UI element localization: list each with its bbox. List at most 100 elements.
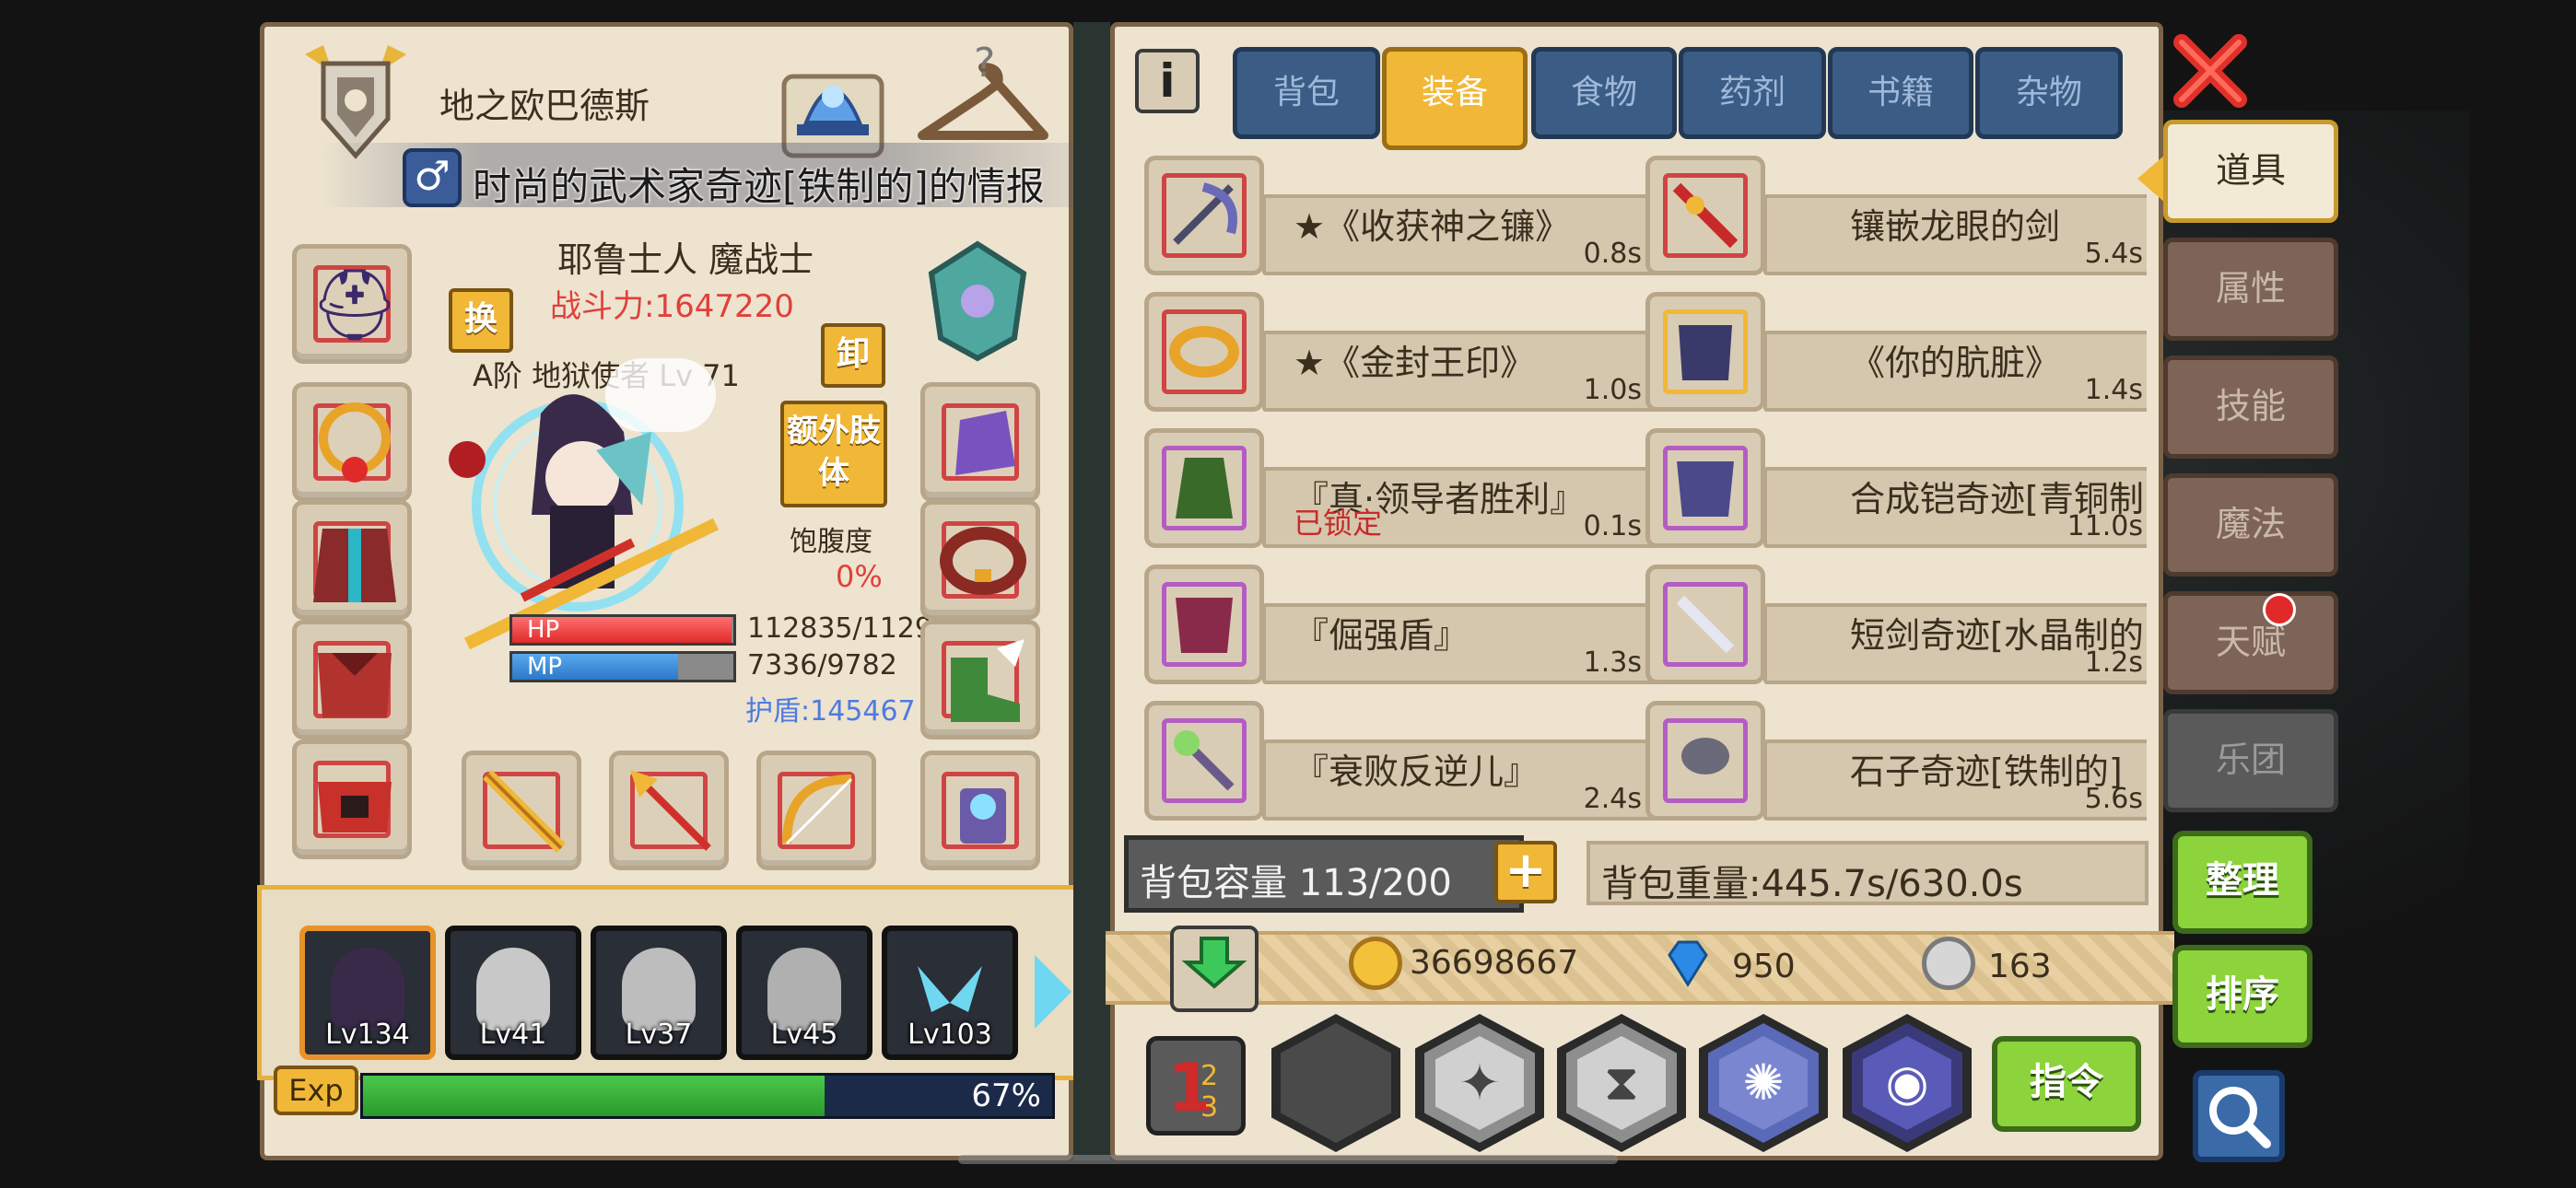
item-row[interactable]: 短剑奇迹[水晶制的] 1.2s bbox=[1645, 565, 2147, 692]
unequip-button[interactable]: 卸 bbox=[821, 323, 885, 388]
character-name: 地之欧巴德斯 bbox=[439, 86, 650, 126]
crystal-button[interactable] bbox=[779, 40, 887, 159]
tab-equipment[interactable]: 装备 bbox=[1382, 47, 1528, 150]
bag-weight-text: 背包重量:445.7s/630.0s bbox=[1601, 863, 2023, 905]
character-class: 耶鲁士人 魔战士 bbox=[557, 239, 814, 280]
party-member-level: Lv37 bbox=[625, 1019, 693, 1051]
silver-coin-icon bbox=[1922, 937, 1975, 990]
shield-icon bbox=[1162, 582, 1247, 667]
orb-skill-icon[interactable]: ◉ bbox=[1843, 1014, 1972, 1152]
party-member-5[interactable]: Lv103 bbox=[882, 926, 1018, 1060]
empty-skill-slot[interactable] bbox=[1271, 1014, 1400, 1152]
extra-limbs-button[interactable]: 额外肢体 bbox=[780, 401, 887, 507]
equip-slot-ring[interactable] bbox=[920, 500, 1040, 620]
sigil-skill-icon[interactable]: ✺ bbox=[1699, 1014, 1828, 1152]
vest-icon bbox=[1663, 309, 1748, 394]
side-tab-skills[interactable]: 技能 bbox=[2163, 355, 2338, 459]
item-weight: 1.2s bbox=[2084, 646, 2143, 679]
equip-slot-armor[interactable] bbox=[292, 620, 412, 740]
hp-label: HP bbox=[527, 616, 560, 644]
item-row[interactable]: ★《收获神之镰》 0.8s bbox=[1144, 156, 1658, 283]
sword-icon bbox=[1663, 173, 1748, 258]
quickslot-number-button[interactable]: 123 bbox=[1146, 1036, 1246, 1136]
tab-potion[interactable]: 药剂 bbox=[1679, 47, 1826, 139]
item-row[interactable]: 『真·领导者胜利』 已锁定 0.1s bbox=[1144, 428, 1658, 555]
item-row[interactable]: ★《金封王印》 1.0s bbox=[1144, 292, 1658, 419]
diamond-amount: 950 bbox=[1732, 948, 1796, 985]
combat-power: 战斗力:1647220 bbox=[550, 288, 794, 325]
bag-weight: 背包重量:445.7s/630.0s bbox=[1587, 841, 2149, 905]
svg-text:?: ? bbox=[974, 40, 995, 87]
bag-capacity-text: 背包容量 113/200 bbox=[1140, 862, 1452, 904]
party-member-level: Lv134 bbox=[325, 1019, 410, 1051]
tab-books[interactable]: 书籍 bbox=[1828, 47, 1973, 139]
item-weight: 1.3s bbox=[1583, 646, 1642, 679]
side-tab-attributes[interactable]: 属性 bbox=[2163, 238, 2338, 341]
item-row[interactable]: 《你的肮脏》 1.4s bbox=[1645, 292, 2147, 419]
item-info-title: 时尚的武术家奇迹[铁制的]的情报 bbox=[473, 164, 1045, 209]
wardrobe-hanger-button[interactable]: ? bbox=[909, 40, 1057, 159]
organize-button[interactable]: 整理 bbox=[2172, 831, 2313, 934]
side-tab-items[interactable]: 道具 bbox=[2163, 120, 2338, 223]
party-member-1[interactable]: Lv134 bbox=[299, 926, 436, 1060]
equip-slot-bow[interactable] bbox=[756, 751, 876, 870]
equip-slot-gloves[interactable] bbox=[920, 382, 1040, 502]
item-row[interactable]: 石子奇迹[铁制的] 5.6s bbox=[1645, 701, 2147, 821]
cloud-decoration bbox=[605, 358, 716, 432]
equip-slot-boots[interactable] bbox=[920, 620, 1040, 740]
swap-button[interactable]: 换 bbox=[449, 288, 513, 353]
item-weight: 0.1s bbox=[1583, 510, 1642, 542]
command-button[interactable]: 指令 bbox=[1992, 1036, 2141, 1132]
info-icon[interactable]: i bbox=[1135, 49, 1200, 113]
hunger-label: 饱腹度 bbox=[790, 526, 872, 558]
equip-slot-necklace[interactable] bbox=[292, 382, 412, 502]
tab-backpack[interactable]: 背包 bbox=[1233, 47, 1380, 139]
item-row[interactable]: 合成铠奇迹[青铜制 11.0s bbox=[1645, 428, 2147, 555]
sort-button[interactable]: 排序 bbox=[2172, 945, 2313, 1048]
party-member-4[interactable]: Lv45 bbox=[736, 926, 872, 1060]
close-icon[interactable] bbox=[2171, 31, 2250, 111]
equip-slot-cloak[interactable] bbox=[292, 500, 412, 620]
gem-crest-icon bbox=[922, 237, 1033, 366]
equip-slot-weapon-2[interactable] bbox=[609, 751, 729, 870]
equip-slot-lantern[interactable] bbox=[920, 751, 1040, 870]
item-locked-label: 已锁定 bbox=[1294, 506, 1383, 541]
tab-food[interactable]: 食物 bbox=[1531, 47, 1677, 139]
equip-slot-helmet[interactable]: ⛑ bbox=[292, 244, 412, 364]
hp-value: 112835/1129 bbox=[747, 612, 932, 645]
equip-slot-belt[interactable] bbox=[292, 740, 412, 859]
party-member-3[interactable]: Lv37 bbox=[591, 926, 727, 1060]
exp-percent: 67% bbox=[971, 1077, 1041, 1114]
inventory-panel: i 背包 装备 食物 药剂 书籍 杂物 ★《收获神之镰》 0.8s 镶嵌龙眼的剑 5… bbox=[1106, 22, 2174, 1160]
item-row[interactable]: 『衰败反逆儿』 2.4s bbox=[1144, 701, 1658, 821]
home-indicator bbox=[958, 1155, 1618, 1164]
item-weight: 0.8s bbox=[1583, 238, 1642, 270]
gender-male-icon: ♂ bbox=[403, 148, 462, 207]
equip-slot-weapon-1[interactable] bbox=[462, 751, 581, 870]
bag-capacity: 背包容量 113/200 bbox=[1124, 835, 1524, 913]
side-tab-magic[interactable]: 魔法 bbox=[2163, 473, 2338, 577]
shield-value: 护盾:145467 bbox=[745, 695, 916, 728]
hourglass-skill-icon[interactable]: ⧗ bbox=[1557, 1014, 1686, 1152]
import-button[interactable] bbox=[1170, 926, 1259, 1012]
side-tab-talent[interactable]: 天赋 bbox=[2163, 591, 2338, 694]
ring-icon bbox=[1162, 309, 1247, 394]
side-tab-pointer bbox=[2137, 155, 2165, 203]
svg-text:2: 2 bbox=[1200, 1060, 1218, 1092]
armor-icon bbox=[1663, 446, 1748, 530]
shuriken-skill-icon[interactable]: ✦ bbox=[1415, 1014, 1544, 1152]
mp-label: MP bbox=[527, 653, 563, 681]
background-strip bbox=[1073, 22, 1110, 1160]
cloak-icon bbox=[1162, 446, 1247, 530]
item-row[interactable]: 镶嵌龙眼的剑 5.4s bbox=[1645, 156, 2147, 283]
item-row[interactable]: 『倔强盾』 1.3s bbox=[1144, 565, 1658, 692]
item-list: ★《收获神之镰》 0.8s 镶嵌龙眼的剑 5.4s ★《金封王印》 1.0s 《你的肮… bbox=[1133, 148, 2147, 821]
party-next-arrow[interactable] bbox=[1035, 955, 1071, 1029]
tab-misc[interactable]: 杂物 bbox=[1975, 47, 2123, 139]
expand-capacity-button[interactable]: + bbox=[1494, 841, 1557, 903]
svg-text:3: 3 bbox=[1200, 1091, 1218, 1124]
party-member-2[interactable]: Lv41 bbox=[445, 926, 581, 1060]
side-tab-band[interactable]: 乐团 bbox=[2163, 709, 2338, 812]
scythe-icon bbox=[1162, 173, 1247, 258]
search-icon[interactable] bbox=[2193, 1070, 2285, 1162]
